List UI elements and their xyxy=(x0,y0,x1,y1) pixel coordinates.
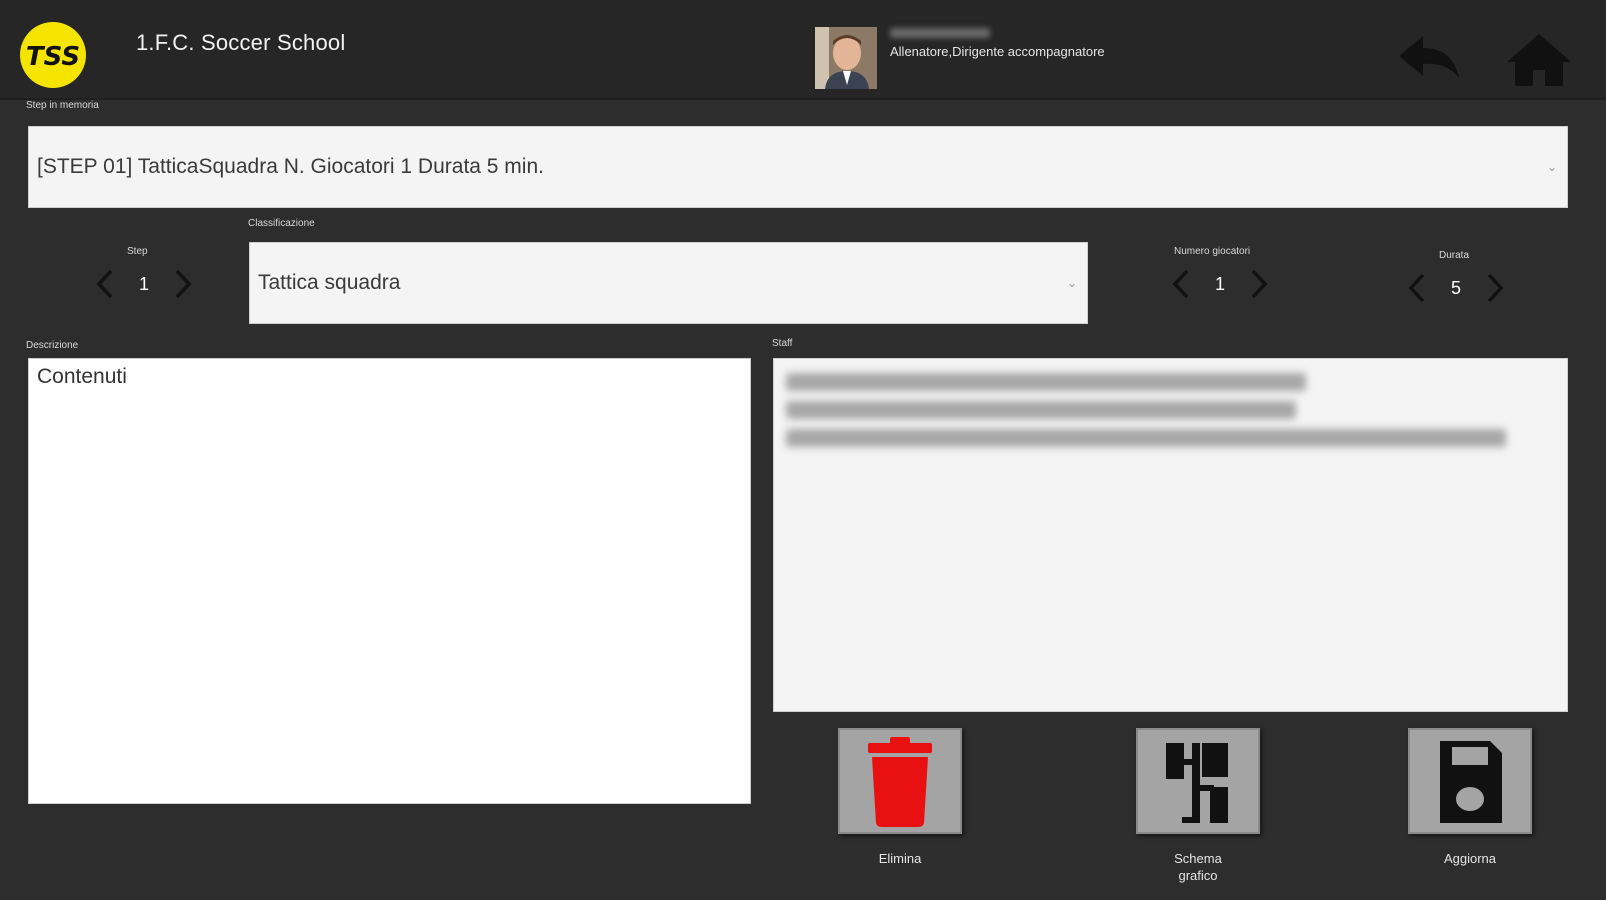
classification-select[interactable]: Tattica squadra ⌄ xyxy=(249,242,1088,324)
header-bar: TSS 1.F.C. Soccer School Allenatore,Diri… xyxy=(0,0,1606,100)
step-stepper: 1 xyxy=(94,262,194,306)
duration-value: 5 xyxy=(1450,277,1461,298)
step-memory-select[interactable]: [STEP 01] TatticaSquadra N. Giocatori 1 … xyxy=(28,126,1568,208)
step-value: 1 xyxy=(138,273,149,294)
duration-stepper: 5 xyxy=(1406,266,1506,310)
user-role: Allenatore,Dirigente accompagnatore xyxy=(890,44,1105,59)
staff-label: Staff xyxy=(772,338,793,349)
staff-line-redacted xyxy=(786,373,1306,391)
delete-action: Elimina xyxy=(838,728,962,867)
staff-textarea[interactable] xyxy=(773,358,1568,712)
players-stepper: 1 xyxy=(1170,262,1270,306)
duration-label: Durata xyxy=(1439,250,1470,261)
delete-label: Elimina xyxy=(878,851,922,866)
players-value: 1 xyxy=(1214,273,1225,294)
description-textarea[interactable]: Contenuti xyxy=(28,358,751,804)
classification-label: Classificazione xyxy=(248,218,315,229)
delete-button[interactable] xyxy=(838,728,962,834)
trash-icon xyxy=(868,737,932,827)
chevron-right-icon xyxy=(1251,269,1268,299)
user-avatar xyxy=(815,27,877,89)
chevron-right-icon xyxy=(1487,273,1504,303)
step-memory-label: Step in memoria xyxy=(26,100,99,111)
players-label: Numero giocatori xyxy=(1174,246,1251,257)
players-decrement-button[interactable] xyxy=(1170,267,1192,301)
svg-text:TSS: TSS xyxy=(26,42,80,72)
home-icon xyxy=(1507,34,1571,86)
chevron-down-icon: ⌄ xyxy=(1066,276,1077,290)
description-label: Descrizione xyxy=(26,340,79,351)
chevron-down-icon: ⌄ xyxy=(1546,160,1557,174)
step-memory-value: [STEP 01] TatticaSquadra N. Giocatori 1 … xyxy=(37,155,544,178)
chevron-left-icon xyxy=(96,269,113,299)
players-increment-button[interactable] xyxy=(1248,267,1270,301)
step-label: Step xyxy=(127,246,148,257)
classification-value: Tattica squadra xyxy=(258,271,401,294)
app-logo: TSS xyxy=(20,22,86,88)
update-action: Aggiorna xyxy=(1408,728,1532,867)
chevron-left-icon xyxy=(1172,269,1189,299)
staff-line-redacted xyxy=(786,401,1296,419)
schema-diagram-icon xyxy=(1166,743,1228,823)
step-increment-button[interactable] xyxy=(172,267,194,301)
chevron-right-icon xyxy=(175,269,192,299)
schema-label: Schema grafico xyxy=(1174,851,1222,883)
tss-logo-icon: TSS xyxy=(26,42,80,72)
app-root: TSS 1.F.C. Soccer School Allenatore,Diri… xyxy=(0,0,1606,900)
home-button[interactable] xyxy=(1505,30,1573,88)
duration-increment-button[interactable] xyxy=(1484,271,1506,305)
app-title: 1.F.C. Soccer School xyxy=(136,30,346,55)
update-button[interactable] xyxy=(1408,728,1532,834)
description-value: Contenuti xyxy=(37,365,127,388)
schema-action: Schema grafico xyxy=(1136,728,1260,884)
step-decrement-button[interactable] xyxy=(94,267,116,301)
staff-line-redacted xyxy=(786,429,1506,447)
back-button[interactable] xyxy=(1395,30,1463,88)
chevron-left-icon xyxy=(1408,273,1425,303)
floppy-disk-icon xyxy=(1440,741,1502,823)
user-name-redacted xyxy=(890,28,990,38)
duration-decrement-button[interactable] xyxy=(1406,271,1428,305)
update-label: Aggiorna xyxy=(1443,851,1497,866)
back-arrow-icon xyxy=(1399,36,1459,78)
user-photo-icon xyxy=(815,27,877,89)
schema-button[interactable] xyxy=(1136,728,1260,834)
